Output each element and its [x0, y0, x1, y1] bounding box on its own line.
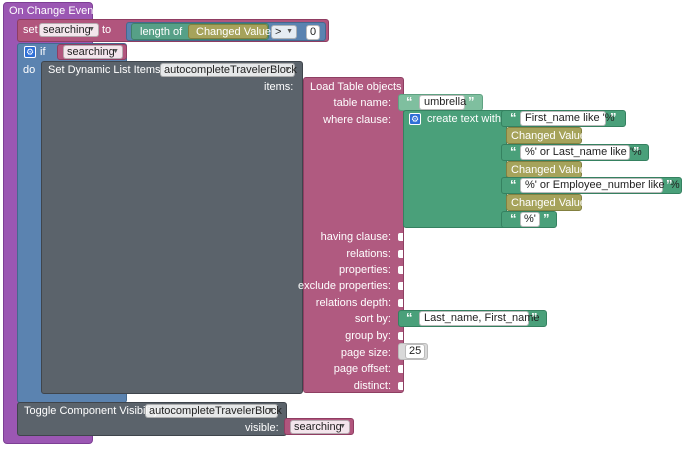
table-name-field[interactable]: umbrella [419, 95, 466, 110]
if-label: if [40, 46, 46, 58]
dynamic-list-component-dropdown[interactable]: autocompleteTravelerBlock ▼ [160, 63, 297, 77]
to-label: to [102, 24, 112, 36]
chevron-down-icon: ▼ [88, 26, 95, 33]
dynamic-list-label: Set Dynamic List Items to [48, 64, 173, 76]
event-title: On Change Event [9, 5, 97, 17]
do-label: do [23, 64, 36, 76]
quote-close-icon: ” [543, 211, 550, 226]
distinct-socket[interactable] [398, 382, 403, 390]
relations-depth-socket[interactable] [398, 299, 403, 307]
changed-value-label: Changed Value [511, 130, 587, 142]
changed-value-label: Changed Value [511, 164, 587, 176]
quote-open-icon: “ [510, 110, 517, 125]
set-variable-dropdown[interactable]: searching ▼ [39, 23, 99, 37]
chevron-down-icon: ▼ [286, 28, 293, 35]
operator-dropdown[interactable]: > ▼ [271, 25, 297, 39]
properties-socket[interactable] [398, 266, 403, 274]
param-exclude-properties: exclude properties: [298, 280, 391, 292]
chevron-down-icon: ▼ [284, 66, 291, 73]
quote-open-icon: “ [406, 310, 413, 325]
param-table-name: table name: [333, 97, 391, 109]
quote-close-icon: ” [610, 110, 617, 125]
visible-label: visible: [245, 422, 279, 434]
param-group-by: group by: [345, 330, 391, 342]
exclude-properties-socket[interactable] [398, 282, 403, 290]
param-relations-depth: relations depth: [315, 297, 391, 309]
text-part-field[interactable]: %' [520, 212, 540, 227]
text-part-field[interactable]: %' or Employee_number like '% [520, 178, 680, 193]
chevron-down-icon: ▼ [267, 407, 274, 414]
quote-close-icon: ” [468, 94, 475, 109]
condition-variable-dropdown[interactable]: searching ▼ [63, 45, 123, 59]
changed-value-label: Changed Value [511, 197, 587, 209]
visible-variable-dropdown[interactable]: searching ▼ [290, 420, 350, 434]
set-dynamic-list-block[interactable] [41, 61, 303, 394]
text-part-field[interactable]: First_name like '% [520, 111, 615, 126]
chevron-down-icon: ▼ [339, 423, 346, 430]
page-size-field[interactable]: 25 [405, 344, 425, 359]
toggle-label: Toggle Component Visibility [24, 405, 159, 417]
items-label: items: [264, 81, 294, 93]
page-offset-socket[interactable] [398, 365, 403, 373]
quote-open-icon: “ [406, 94, 413, 109]
load-table-title: Load Table objects [310, 81, 402, 93]
param-distinct: distinct: [353, 380, 391, 392]
quote-close-icon: ” [633, 144, 640, 159]
create-text-block[interactable] [403, 110, 507, 228]
chevron-down-icon: ▼ [112, 48, 119, 55]
param-page-size: page size: [340, 347, 391, 359]
quote-open-icon: “ [510, 177, 517, 192]
text-part-field[interactable]: %' or Last_name like '% [520, 145, 642, 160]
gear-icon[interactable]: ⚙ [409, 113, 421, 125]
param-sort-by: sort by: [354, 313, 391, 325]
set-label: set [23, 24, 38, 36]
param-properties: properties: [339, 264, 391, 276]
sort-by-field[interactable]: Last_name, First_name [419, 311, 540, 326]
quote-open-icon: “ [510, 211, 517, 226]
changed-value-label: Changed Value [196, 26, 272, 38]
quote-close-icon: ” [666, 177, 673, 192]
having-clause-socket[interactable] [398, 233, 403, 241]
length-of-label: length of [140, 26, 183, 38]
relations-socket[interactable] [398, 250, 403, 258]
create-text-label: create text with [427, 113, 501, 125]
number-field[interactable]: 0 [306, 25, 320, 40]
param-page-offset: page offset: [333, 363, 391, 375]
gear-icon[interactable]: ⚙ [24, 46, 36, 58]
param-having-clause: having clause: [320, 231, 391, 243]
quote-open-icon: “ [510, 144, 517, 159]
param-relations: relations: [346, 248, 391, 260]
quote-close-icon: ” [531, 310, 538, 325]
param-where-clause: where clause: [323, 114, 391, 126]
group-by-socket[interactable] [398, 332, 403, 340]
toggle-component-dropdown[interactable]: autocompleteTravelerBlock ▼ [145, 404, 282, 418]
